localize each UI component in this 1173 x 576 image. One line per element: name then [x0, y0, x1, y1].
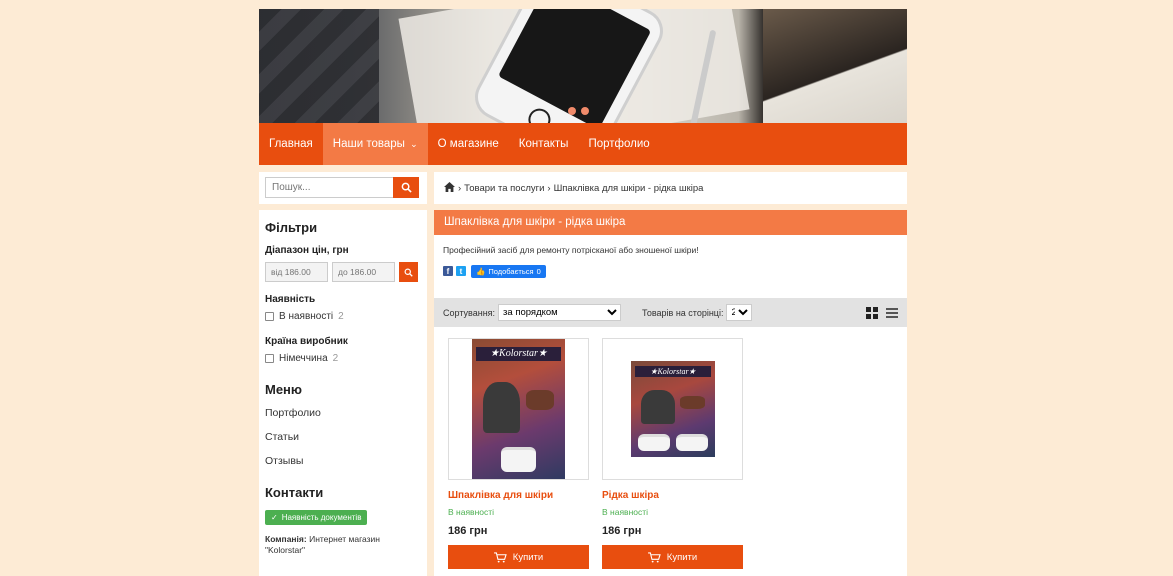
menu-item-portfolio[interactable]: Портфолио [265, 407, 421, 419]
company-info: Компанія: Интернет магазин "Kolorstar" [265, 534, 421, 557]
country-checkbox[interactable]: Німеччина 2 [265, 353, 421, 364]
brand-label: ★Kolorstar★ [635, 366, 711, 377]
like-button[interactable]: 👍 Подобається 0 [471, 264, 546, 278]
documents-badge[interactable]: ✓ Наявність документів [265, 510, 368, 525]
page-container: Главная Наши товары ⌄ О магазине Контакт… [259, 0, 907, 576]
checkbox-label: В наявності [279, 311, 334, 322]
filter-count: 2 [332, 353, 339, 364]
facebook-icon[interactable]: f [443, 266, 453, 276]
product-card: ★Kolorstar★ Рідка шкіра В наявності 186 … [602, 338, 743, 569]
slider-dot[interactable] [581, 107, 589, 115]
nav-item-portfolio[interactable]: Портфолио [578, 123, 659, 165]
product-card: ★Kolorstar★ Шпаклівка для шкіри В наявно… [448, 338, 589, 569]
country-label: Країна виробник [265, 336, 348, 347]
menu-title: Меню [265, 382, 303, 397]
nav-item-contacts[interactable]: Контакты [509, 123, 579, 165]
main-nav: Главная Наши товары ⌄ О магазине Контакт… [259, 123, 907, 165]
breadcrumb-separator: › [547, 182, 551, 194]
buy-label: Купити [512, 551, 544, 563]
price-to-input[interactable] [332, 262, 395, 282]
cart-icon [647, 551, 661, 563]
breadcrumb-current: Шпаклівка для шкіри - рідка шкіра [553, 182, 704, 194]
nav-item-about[interactable]: О магазине [428, 123, 509, 165]
nav-item-home[interactable]: Главная [259, 123, 323, 165]
checkbox-icon [265, 312, 274, 321]
sort-bar: Сортування: за порядком Товарів на сторі… [434, 298, 907, 327]
nav-item-label: Наши товары [332, 138, 405, 150]
company-label: Компанія: [265, 534, 307, 544]
buy-button[interactable]: Купити [602, 545, 743, 569]
menu-item-articles[interactable]: Статьи [265, 431, 421, 443]
home-icon[interactable] [444, 181, 455, 195]
search-button[interactable] [393, 177, 419, 198]
checkmark-icon: ✓ [271, 513, 278, 522]
cart-icon [493, 551, 507, 563]
search-box [259, 172, 427, 204]
chevron-down-icon: ⌄ [410, 139, 418, 149]
filters-title: Фільтри [265, 220, 318, 235]
thumbs-up-icon: 👍 [476, 266, 486, 276]
category-description: Професійний засіб для ремонту потріскано… [443, 245, 699, 255]
filter-count: 2 [338, 311, 344, 322]
product-price: 186 грн [448, 525, 488, 537]
sort-select[interactable]: за порядком [498, 304, 622, 321]
notebook-image [763, 9, 907, 123]
stock-status: В наявності [448, 507, 495, 517]
breadcrumb: › Товари та послуги › Шпаклівка для шкір… [434, 172, 907, 204]
search-icon [401, 182, 412, 193]
nav-item-products[interactable]: Наши товары ⌄ [322, 123, 428, 165]
stock-status: В наявності [602, 507, 649, 517]
product-image[interactable]: ★Kolorstar★ [448, 338, 589, 480]
main-content: Шпаклівка для шкіри - рідка шкіра Профес… [434, 210, 907, 576]
checkbox-icon [265, 354, 274, 363]
breadcrumb-separator: › [458, 182, 462, 194]
per-page-select[interactable]: 24 [726, 304, 753, 321]
breadcrumb-item[interactable]: Товари та послуги [464, 183, 544, 194]
buy-button[interactable]: Купити [448, 545, 589, 569]
product-box-image: ★Kolorstar★ [631, 361, 715, 457]
price-range [265, 262, 421, 282]
product-box-image: ★Kolorstar★ [472, 339, 565, 479]
availability-label: Наявність [265, 294, 316, 305]
product-name[interactable]: Шпаклівка для шкіри [448, 490, 589, 501]
grid-view-icon[interactable] [866, 306, 878, 319]
like-count: 0 [536, 266, 541, 276]
buy-label: Купити [666, 551, 698, 563]
like-label: Подобається [488, 266, 534, 276]
twitter-icon[interactable]: t [456, 266, 466, 276]
contacts-title: Контакти [265, 485, 324, 500]
per-page-label: Товарів на сторінці: [642, 307, 724, 318]
hero-banner [259, 9, 907, 123]
checkbox-label: Німеччина [279, 353, 328, 364]
brand-label: ★Kolorstar★ [476, 347, 561, 361]
slider-dot[interactable] [568, 107, 576, 115]
page-title: Шпаклівка для шкіри - рідка шкіра [434, 210, 907, 235]
social-buttons: f t 👍 Подобається 0 [434, 264, 907, 278]
price-range-label: Діапазон цін, грн [265, 245, 349, 256]
list-view-icon[interactable] [886, 307, 898, 318]
badge-label: Наявність документів [281, 513, 362, 522]
product-image[interactable]: ★Kolorstar★ [602, 338, 743, 480]
price-from-input[interactable] [265, 262, 328, 282]
sidebar: Фільтри Діапазон цін, грн Наявність В на… [259, 210, 427, 576]
sort-label: Сортування: [443, 307, 496, 318]
slider-dots [568, 107, 589, 115]
product-price: 186 грн [602, 525, 642, 537]
availability-checkbox[interactable]: В наявності 2 [265, 311, 421, 322]
search-input[interactable] [265, 177, 393, 198]
view-toggle [866, 306, 898, 319]
search-icon [404, 268, 413, 277]
product-name[interactable]: Рідка шкіра [602, 490, 743, 501]
menu-item-reviews[interactable]: Отзывы [265, 455, 421, 467]
keyboard-image [259, 9, 379, 123]
price-filter-button[interactable] [399, 262, 418, 282]
